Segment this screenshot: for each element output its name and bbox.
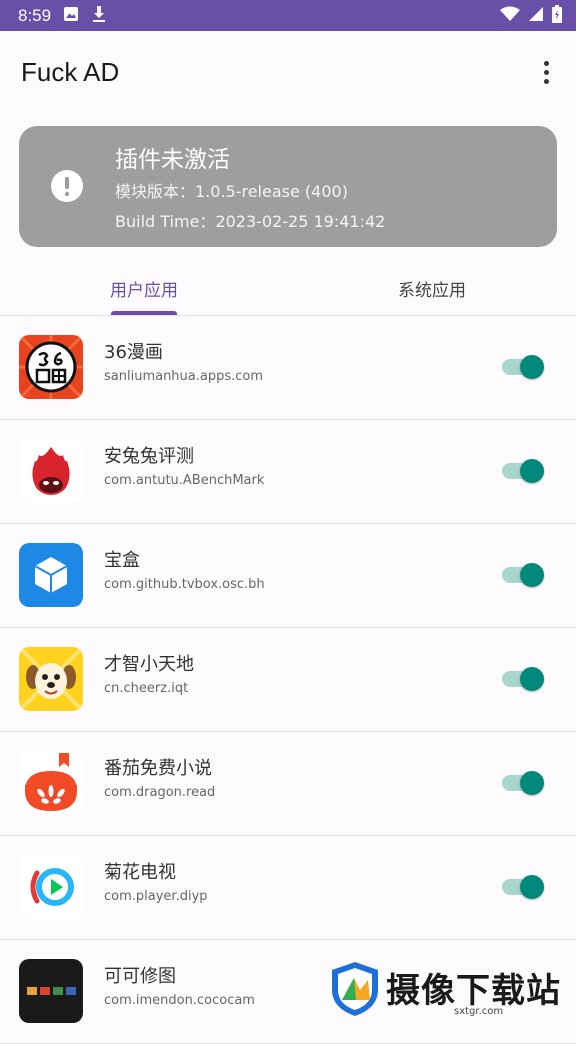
ad-block-toggle[interactable]	[502, 771, 546, 795]
tab-system-apps[interactable]: 系统应用	[288, 262, 576, 315]
app-package: com.imendon.cococam	[104, 993, 255, 1008]
tab-indicator	[111, 311, 177, 315]
battery-icon	[552, 4, 562, 27]
signal-icon	[528, 6, 544, 26]
app-icon-36manhua	[19, 335, 83, 399]
status-bar: 8:59	[0, 0, 576, 31]
list-item[interactable]: 菊花电视 com.player.diyp	[0, 836, 576, 940]
app-name: 36漫画	[104, 342, 163, 363]
tab-user-apps[interactable]: 用户应用	[0, 262, 288, 315]
app-name: 才智小天地	[104, 654, 194, 675]
ad-block-toggle[interactable]	[502, 667, 546, 691]
app-name: 番茄免费小说	[104, 758, 212, 779]
build-time: Build Time：2023-02-25 19:41:42	[115, 212, 386, 231]
app-package: com.dragon.read	[104, 785, 216, 800]
app-bar: Fuck AD	[0, 31, 576, 115]
app-name: 安兔兔评测	[104, 446, 194, 467]
app-package: sanliumanhua.apps.com	[104, 369, 264, 384]
app-icon-baohe	[19, 543, 83, 607]
app-icon-cheerz	[19, 647, 83, 711]
module-status-title: 插件未激活	[115, 147, 230, 173]
app-name: 菊花电视	[104, 862, 176, 883]
app-icon-fanqie	[19, 751, 83, 815]
more-options-icon[interactable]	[534, 59, 558, 87]
app-icon-juhua	[19, 855, 83, 919]
ad-block-toggle[interactable]	[502, 875, 546, 899]
app-package: cn.cheerz.iqt	[104, 681, 189, 696]
app-list: 36漫画 sanliumanhua.apps.com 安兔兔评测 com.ant…	[0, 316, 576, 1044]
list-item[interactable]: 番茄免费小说 com.dragon.read	[0, 732, 576, 836]
status-time: 8:59	[18, 5, 52, 25]
app-icon-antutu	[19, 439, 83, 503]
list-item[interactable]: 才智小天地 cn.cheerz.iqt	[0, 628, 576, 732]
app-name: 宝盒	[104, 550, 140, 571]
watermark: 摄像下载站 sxtgr.com	[330, 960, 570, 1020]
watermark-site: sxtgr.com	[454, 1006, 504, 1017]
list-item[interactable]: 宝盒 com.github.tvbox.osc.bh	[0, 524, 576, 628]
warning-icon	[51, 170, 83, 202]
ad-block-toggle[interactable]	[502, 355, 546, 379]
download-notification-icon	[91, 5, 107, 27]
app-package: com.antutu.ABenchMark	[104, 473, 265, 488]
wifi-icon	[500, 6, 520, 26]
app-package: com.github.tvbox.osc.bh	[104, 577, 265, 592]
ad-block-toggle[interactable]	[502, 563, 546, 587]
image-notification-icon	[63, 6, 79, 26]
app-title: Fuck AD	[21, 57, 120, 87]
app-name: 可可修图	[104, 966, 176, 987]
watermark-text: 摄像下载站	[386, 971, 561, 1011]
module-status-card[interactable]: 插件未激活 模块版本：1.0.5-release (400) Build Tim…	[19, 126, 557, 247]
app-icon-cococam	[19, 959, 83, 1023]
module-version: 模块版本：1.0.5-release (400)	[115, 182, 348, 201]
ad-block-toggle[interactable]	[502, 459, 546, 483]
app-package: com.player.diyp	[104, 889, 208, 904]
list-item[interactable]: 36漫画 sanliumanhua.apps.com	[0, 316, 576, 420]
app-tabs: 用户应用 系统应用	[0, 262, 576, 316]
list-item[interactable]: 安兔兔评测 com.antutu.ABenchMark	[0, 420, 576, 524]
